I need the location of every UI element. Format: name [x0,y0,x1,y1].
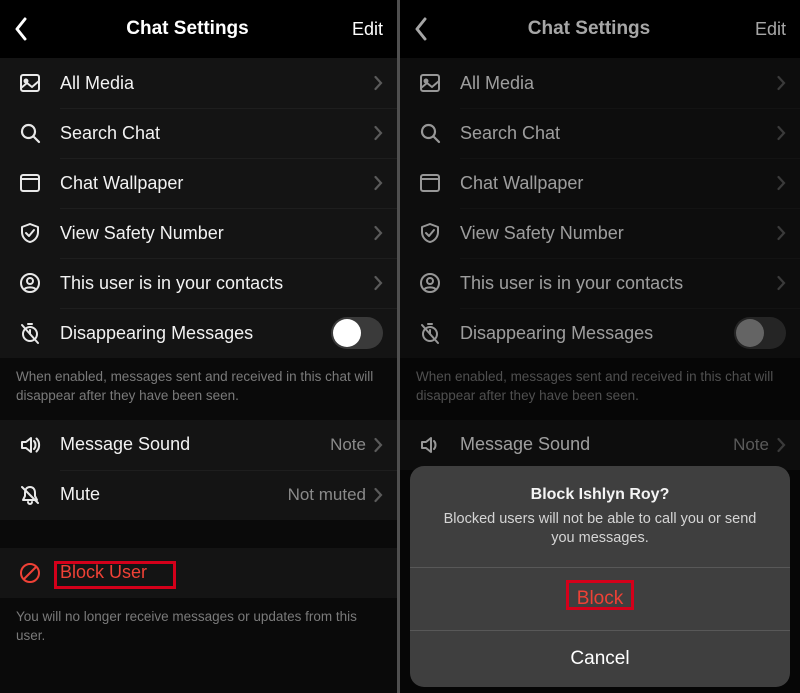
row-label: Search Chat [60,123,374,144]
row-all-media[interactable]: All Media [0,58,397,108]
header: Chat Settings Edit [0,0,397,58]
media-icon [16,71,44,95]
disappearing-toggle[interactable] [331,317,383,349]
edit-button[interactable]: Edit [347,19,383,40]
row-label: Disappearing Messages [60,323,331,344]
row-disappearing[interactable]: Disappearing Messages [0,308,397,358]
shield-icon [16,221,44,245]
row-block-user[interactable]: Block User [0,548,397,598]
sheet-message: Blocked users will not be able to call y… [440,510,760,549]
screenshot-right: Chat Settings Edit All Media Search Chat… [400,0,800,693]
settings-section-2: Message Sound Note Mute Not muted [0,420,397,520]
row-view-safety[interactable]: View Safety Number [0,208,397,258]
row-label: View Safety Number [60,223,374,244]
mute-icon [16,483,44,507]
page-title: Chat Settings [28,18,347,40]
chevron-right-icon [374,487,383,503]
row-label: This user is in your contacts [60,273,374,294]
block-action-sheet: Block Ishlyn Roy? Blocked users will not… [410,466,790,687]
chevron-right-icon [374,75,383,91]
row-contacts[interactable]: This user is in your contacts [0,258,397,308]
row-chat-wallpaper[interactable]: Chat Wallpaper [0,158,397,208]
chevron-right-icon [374,275,383,291]
contact-icon [16,271,44,295]
chevron-right-icon [374,175,383,191]
search-icon [16,121,44,145]
disappearing-footer: When enabled, messages sent and received… [0,358,397,420]
timer-off-icon [16,321,44,345]
block-icon [16,561,44,585]
row-label: All Media [60,73,374,94]
block-label: Block [571,585,629,613]
block-footer: You will no longer receive messages or u… [0,598,397,660]
row-label: Block User [60,562,383,583]
sheet-title: Block Ishlyn Roy? [440,486,760,504]
row-value: Note [330,435,366,455]
settings-section-1: All Media Search Chat Chat Wallpaper [0,58,397,358]
sound-icon [16,433,44,457]
row-message-sound[interactable]: Message Sound Note [0,420,397,470]
cancel-button[interactable]: Cancel [410,630,790,687]
wallpaper-icon [16,171,44,195]
row-label: Message Sound [60,434,330,455]
row-label: Mute [60,484,288,505]
chevron-right-icon [374,437,383,453]
chevron-right-icon [374,225,383,241]
screenshot-left: Chat Settings Edit All Media Search Chat [0,0,400,693]
back-button[interactable] [14,17,28,41]
settings-section-3: Block User [0,548,397,598]
row-label: Chat Wallpaper [60,173,374,194]
row-value: Not muted [288,485,366,505]
block-confirm-button[interactable]: Block [410,567,790,630]
row-search-chat[interactable]: Search Chat [0,108,397,158]
chevron-right-icon [374,125,383,141]
sheet-header: Block Ishlyn Roy? Blocked users will not… [410,466,790,567]
row-mute[interactable]: Mute Not muted [0,470,397,520]
